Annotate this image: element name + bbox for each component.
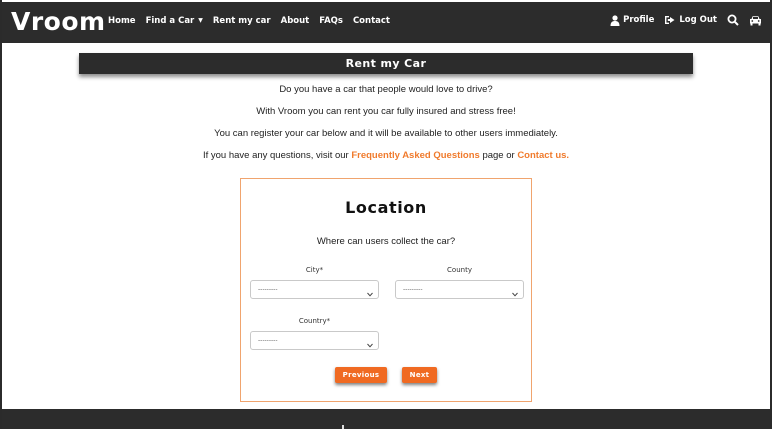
logout-label: Log Out: [679, 15, 717, 25]
footer-mark: [342, 425, 344, 429]
footer: [2, 409, 770, 429]
nav-faqs[interactable]: FAQs: [319, 16, 343, 26]
faq-prefix: If you have any questions, visit our: [202, 150, 352, 161]
logout-link[interactable]: Log Out: [664, 15, 717, 25]
country-select[interactable]: ---------: [250, 331, 379, 350]
search-button[interactable]: [727, 14, 739, 26]
nav-links: Home Find a Car ▼ Rent my car About FAQs …: [108, 16, 400, 26]
faq-link[interactable]: Frequently Asked Questions: [351, 150, 479, 161]
previous-button[interactable]: Previous: [335, 367, 387, 383]
county-select-value: ---------: [403, 286, 423, 293]
county-select[interactable]: ---------: [395, 280, 524, 299]
faq-middle: page or: [479, 150, 518, 161]
chevron-down-icon: [367, 287, 373, 304]
intro-line-1: Do you have a car that people would love…: [279, 84, 493, 95]
car-button[interactable]: [749, 15, 762, 26]
country-label: Country*: [298, 317, 331, 325]
location-form-card: Location Where can users collect the car…: [240, 178, 532, 402]
contact-link[interactable]: Contact us.: [517, 150, 569, 161]
chevron-down-icon: [512, 287, 518, 304]
user-icon: [610, 14, 620, 26]
caret-down-icon: ▼: [198, 17, 203, 24]
city-select-value: ---------: [258, 286, 278, 293]
car-icon: [749, 15, 762, 26]
profile-link[interactable]: Profile: [610, 14, 655, 26]
nav-find-a-car-label: Find a Car: [145, 16, 195, 26]
form-subheading: Where can users collect the car?: [316, 236, 456, 247]
form-heading: Location: [345, 198, 427, 217]
nav-rent-my-car[interactable]: Rent my car: [213, 16, 271, 26]
navbar: Vroom Home Find a Car ▼ Rent my car About…: [2, 2, 770, 43]
nav-about[interactable]: About: [281, 16, 310, 26]
chevron-down-icon: [367, 338, 373, 355]
logout-icon: [664, 15, 676, 25]
profile-label: Profile: [623, 15, 655, 25]
nav-contact[interactable]: Contact: [353, 16, 390, 26]
intro-line-3: You can register your car below and it w…: [214, 128, 558, 139]
nav-home[interactable]: Home: [108, 16, 136, 26]
nav-right: Profile Log Out: [600, 14, 762, 26]
nav-find-a-car[interactable]: Find a Car ▼: [146, 16, 203, 26]
brand-logo[interactable]: Vroom: [11, 8, 106, 36]
country-select-value: ---------: [258, 337, 278, 344]
intro-line-4: If you have any questions, visit our Fre…: [0, 150, 772, 161]
city-label: City*: [305, 266, 324, 274]
next-button[interactable]: Next: [402, 367, 437, 383]
city-select[interactable]: ---------: [250, 280, 379, 299]
search-icon: [727, 14, 739, 26]
page-title: Rent my Car: [79, 53, 693, 74]
county-label: County: [447, 266, 472, 274]
intro-line-2: With Vroom you can rent you car fully in…: [256, 106, 516, 117]
